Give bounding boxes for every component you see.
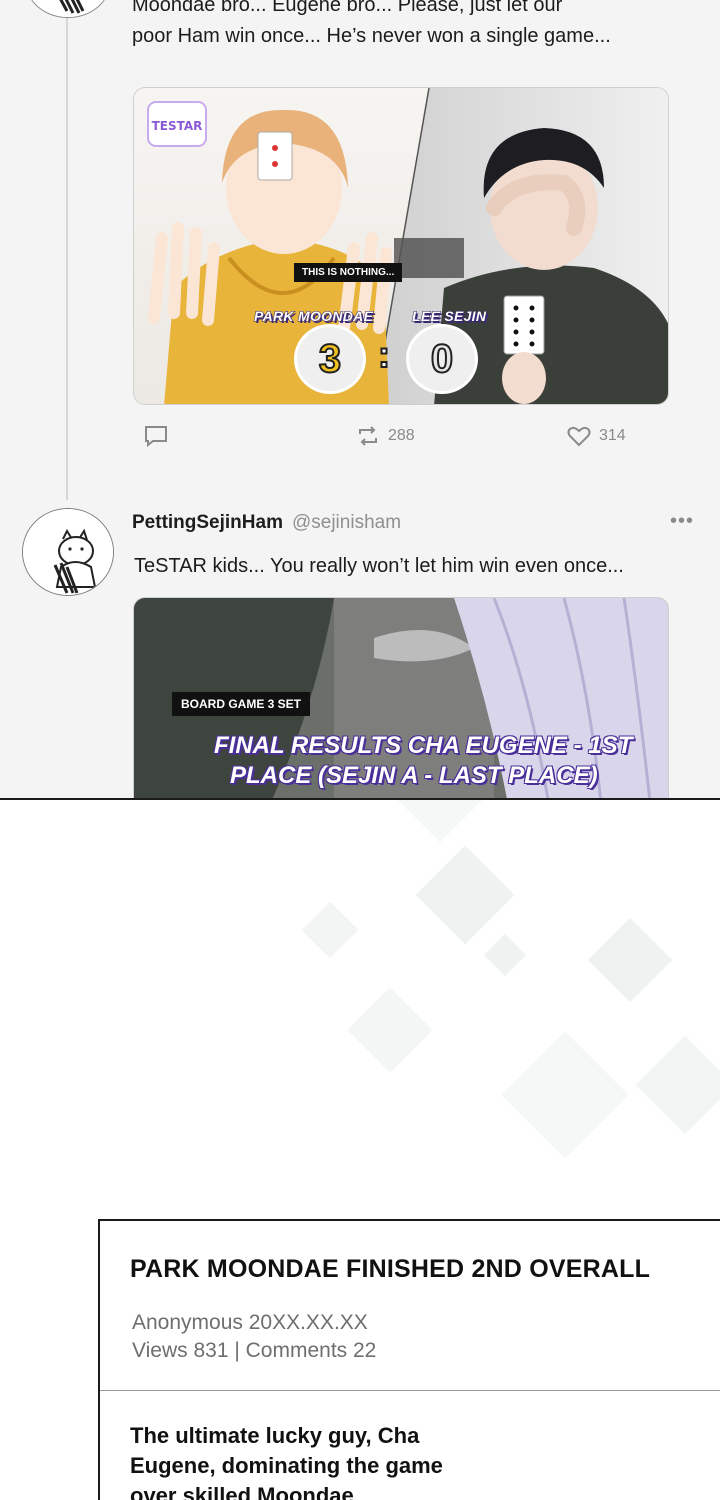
reply-button[interactable] <box>144 425 168 447</box>
post-body-line: over skilled Moondae <box>130 1483 354 1500</box>
background-diamond <box>301 901 359 959</box>
tweet-text: TeSTAR kids... You really won’t let him … <box>134 555 624 577</box>
comic-headline: PLACE (SEJIN A - LAST PLACE) <box>230 762 598 789</box>
comic-panel-illustration: TESTAR <box>134 88 668 404</box>
player-label: LEE SEJIN <box>411 308 487 325</box>
tweet-author: PettingSejinHam @sejinisham <box>132 512 401 534</box>
post-meta: Anonymous 20XX.XX.XX Views 831 | Comment… <box>132 1309 376 1365</box>
avatar[interactable] <box>22 508 114 596</box>
retweet-icon <box>359 426 377 446</box>
more-options-icon[interactable]: ••• <box>670 510 694 533</box>
comic-caption: THIS IS NOTHING... <box>294 263 403 282</box>
reply-bubble-icon <box>145 426 167 447</box>
background-diamond <box>397 800 483 843</box>
avatar[interactable] <box>26 0 110 18</box>
forum-post[interactable]: PARK MOONDAE FINISHED 2ND OVERALL Anonym… <box>98 1219 720 1500</box>
cat-avatar-icon <box>23 509 113 595</box>
comic-headline: FINAL RESULTS CHA EUGENE - 1ST <box>214 732 633 759</box>
retweet-button[interactable]: 288 <box>356 425 415 447</box>
tweet-actions: 288 314 <box>0 425 720 455</box>
tweet-image[interactable]: BOARD GAME 3 SET FINAL RESULTS CHA EUGEN… <box>133 597 669 798</box>
background-diamond <box>501 1031 629 1159</box>
tweet-text-line: poor Ham win once... He’s never won a si… <box>132 25 611 47</box>
post-stats: Views 831 | Comments 22 <box>132 1339 377 1362</box>
like-count: 314 <box>599 427 626 444</box>
player-label: PARK MOONDAE <box>253 308 374 325</box>
like-button[interactable]: 314 <box>567 425 626 447</box>
background-diamond <box>483 933 527 977</box>
tweet-image[interactable]: TESTAR THIS IS NOTHING... PARK MOONDAE L… <box>133 87 669 405</box>
post-header: PARK MOONDAE FINISHED 2ND OVERALL Anonym… <box>100 1221 720 1391</box>
heart-icon <box>567 426 591 447</box>
background-diamond <box>587 917 673 1003</box>
score-value: 3 <box>294 324 366 394</box>
tweet-text-line: Moondae bro... Eugene bro... Please, jus… <box>132 0 563 16</box>
background-diamond <box>635 1035 720 1135</box>
score-value: 0 <box>406 324 478 394</box>
score-separator: : <box>377 333 391 376</box>
post-body: The ultimate lucky guy, Cha Eugene, domi… <box>130 1421 530 1500</box>
post-author-date: Anonymous 20XX.XX.XX <box>132 1311 368 1334</box>
decorative-background <box>0 800 720 1220</box>
post-body-line: The ultimate lucky guy, Cha <box>130 1423 420 1448</box>
tweet-text: Moondae bro... Eugene bro... Please, jus… <box>132 0 611 52</box>
user-handle[interactable]: @sejinisham <box>292 512 401 534</box>
social-feed: Moondae bro... Eugene bro... Please, jus… <box>0 0 720 800</box>
cat-avatar-icon <box>27 0 109 17</box>
username[interactable]: PettingSejinHam <box>132 512 283 534</box>
background-diamond <box>347 987 433 1073</box>
post-body-line: Eugene, dominating the game <box>130 1453 443 1478</box>
post-title[interactable]: PARK MOONDAE FINISHED 2ND OVERALL <box>130 1255 650 1284</box>
comic-caption: BOARD GAME 3 SET <box>172 692 311 716</box>
background-diamond <box>415 845 515 945</box>
logo-text: TESTAR <box>152 119 203 133</box>
retweet-count: 288 <box>388 427 415 444</box>
